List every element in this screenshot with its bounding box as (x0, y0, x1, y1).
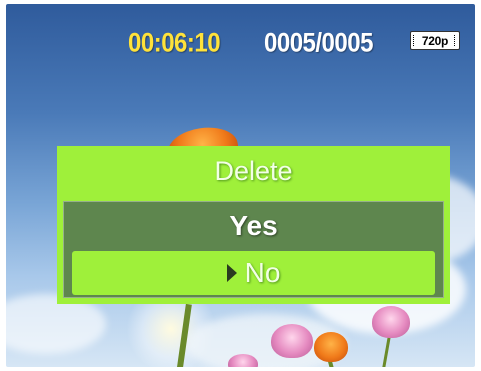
pink-flower (372, 306, 410, 338)
resolution-badge: 720p (410, 31, 460, 50)
pink-flower (271, 324, 313, 358)
recording-time: 00:06:10 (128, 28, 221, 59)
option-no[interactable]: No (72, 251, 435, 295)
dialog-options: Yes No (63, 201, 444, 298)
orange-flower (314, 332, 348, 362)
file-counter: 0005/0005 (264, 28, 373, 59)
option-no-label: No (244, 257, 281, 288)
dialog-title: Delete (214, 156, 293, 186)
delete-dialog: Delete Yes No (57, 146, 450, 304)
selection-arrow-icon (226, 264, 237, 282)
pink-flower (228, 354, 258, 367)
option-yes[interactable]: Yes (64, 210, 443, 246)
resolution-label: 720p (421, 33, 449, 48)
